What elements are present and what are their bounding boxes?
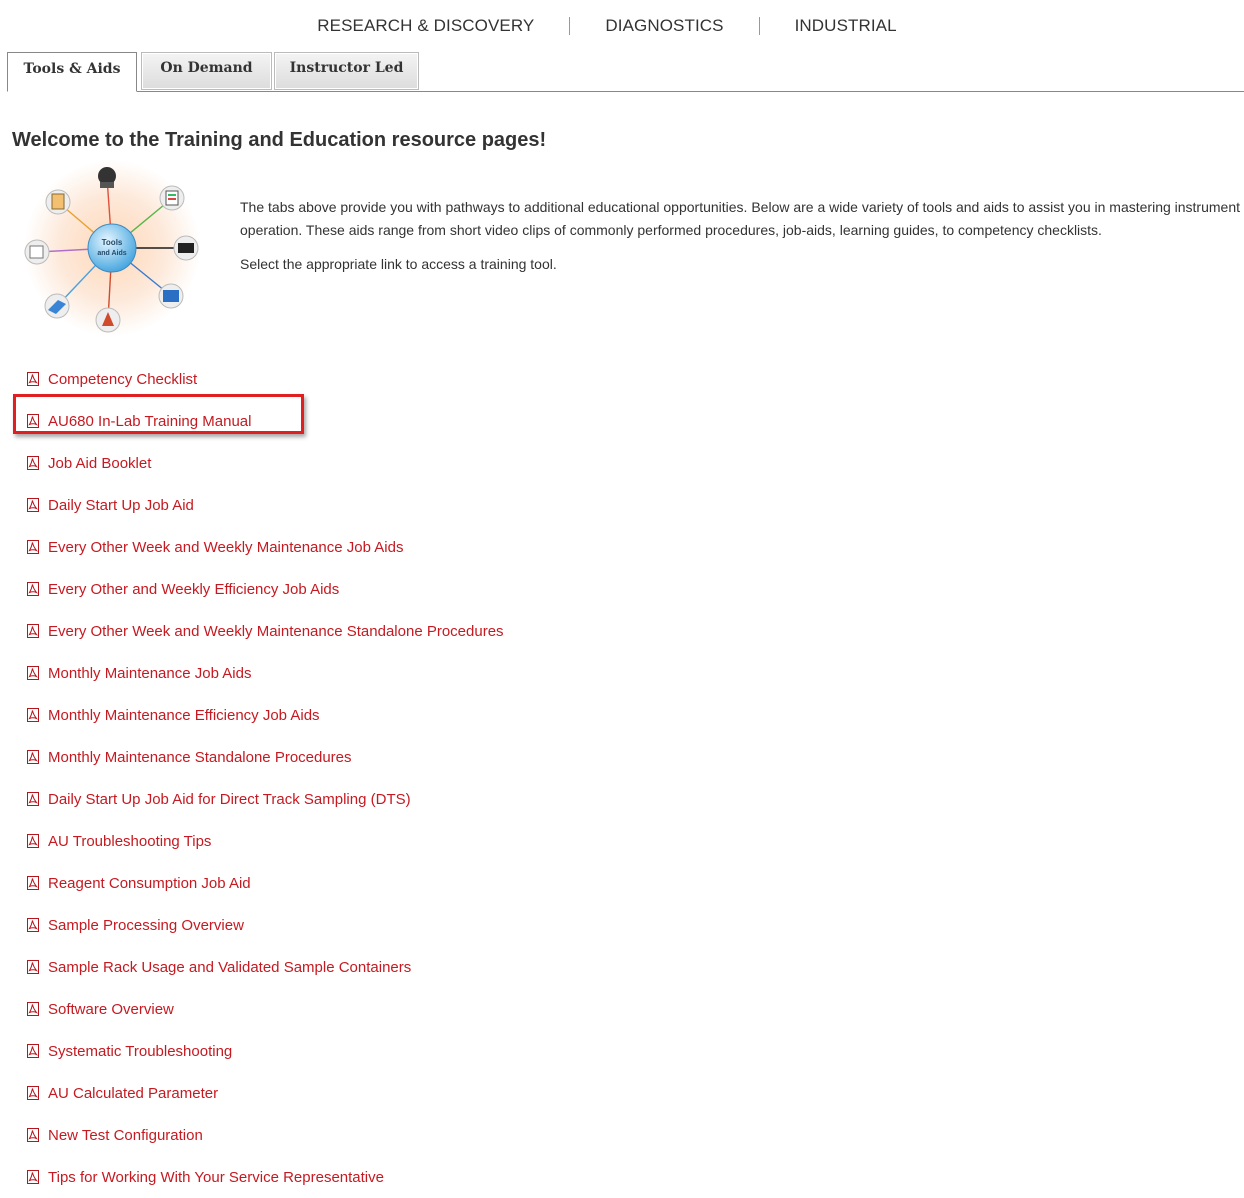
link-item: Monthly Maintenance Standalone Procedure… bbox=[25, 736, 504, 778]
link-item: Tips for Working With Your Service Repre… bbox=[25, 1156, 504, 1198]
checkbox-icon bbox=[24, 239, 50, 265]
computer-screen-icon bbox=[158, 283, 184, 309]
book-icon bbox=[44, 293, 70, 319]
training-tool-link[interactable]: Every Other Week and Weekly Maintenance … bbox=[48, 539, 403, 556]
link-item: Daily Start Up Job Aid for Direct Track … bbox=[25, 778, 504, 820]
training-tool-link[interactable]: Reagent Consumption Job Aid bbox=[48, 875, 251, 892]
link-item: Software Overview bbox=[25, 988, 504, 1030]
training-tool-link[interactable]: Sample Processing Overview bbox=[48, 917, 244, 934]
training-tools-list: Competency Checklist AU680 In-Lab Trainin… bbox=[25, 358, 504, 1198]
intro-text: The tabs above provide you with pathways… bbox=[240, 196, 1240, 276]
wrench-hand-icon bbox=[95, 307, 121, 333]
link-item: Reagent Consumption Job Aid bbox=[25, 862, 504, 904]
training-tool-link[interactable]: Software Overview bbox=[48, 1001, 174, 1018]
pdf-icon bbox=[25, 791, 48, 807]
nav-industrial[interactable]: INDUSTRIAL bbox=[795, 16, 897, 36]
training-tool-link[interactable]: Every Other and Weekly Efficiency Job Ai… bbox=[48, 581, 339, 598]
pdf-icon bbox=[25, 371, 48, 387]
training-tool-link[interactable]: Every Other Week and Weekly Maintenance … bbox=[48, 623, 504, 640]
link-item: Systematic Troubleshooting bbox=[25, 1030, 504, 1072]
training-tool-link[interactable]: Daily Start Up Job Aid bbox=[48, 497, 194, 514]
training-tool-link[interactable]: Sample Rack Usage and Validated Sample C… bbox=[48, 959, 411, 976]
hub-label-line2: and Aids bbox=[97, 250, 126, 257]
page-title: Welcome to the Training and Education re… bbox=[12, 129, 547, 151]
training-tool-link[interactable]: AU Troubleshooting Tips bbox=[48, 833, 211, 850]
pdf-icon bbox=[25, 959, 48, 975]
pdf-icon bbox=[25, 623, 48, 639]
training-tool-link[interactable]: Monthly Maintenance Job Aids bbox=[48, 665, 251, 682]
pdf-icon bbox=[25, 539, 48, 555]
training-tool-link[interactable]: Monthly Maintenance Standalone Procedure… bbox=[48, 749, 352, 766]
pdf-icon bbox=[25, 749, 48, 765]
link-item: Daily Start Up Job Aid bbox=[25, 484, 504, 526]
pdf-icon bbox=[25, 497, 48, 513]
intro-paragraph-1: The tabs above provide you with pathways… bbox=[240, 199, 1241, 238]
tab-bar: Tools & Aids On Demand Instructor Led bbox=[7, 52, 1244, 92]
training-tool-link[interactable]: New Test Configuration bbox=[48, 1127, 203, 1144]
pdf-icon bbox=[25, 581, 48, 597]
nav-diagnostics[interactable]: DIAGNOSTICS bbox=[605, 16, 723, 36]
nav-divider bbox=[758, 17, 760, 35]
pdf-icon bbox=[25, 1001, 48, 1017]
link-item: New Test Configuration bbox=[25, 1114, 504, 1156]
pdf-icon bbox=[25, 833, 48, 849]
pdf-icon bbox=[25, 917, 48, 933]
link-item: AU Calculated Parameter bbox=[25, 1072, 504, 1114]
training-tool-link[interactable]: AU Calculated Parameter bbox=[48, 1085, 218, 1102]
training-tool-link[interactable]: Tips for Working With Your Service Repre… bbox=[48, 1169, 384, 1186]
link-item: Job Aid Booklet bbox=[25, 442, 504, 484]
link-item: Sample Rack Usage and Validated Sample C… bbox=[25, 946, 504, 988]
link-item: Every Other Week and Weekly Maintenance … bbox=[25, 610, 504, 652]
pdf-icon bbox=[25, 665, 48, 681]
pdf-icon bbox=[25, 455, 48, 471]
top-navigation: RESEARCH & DISCOVERY DIAGNOSTICS INDUSTR… bbox=[0, 15, 1244, 37]
pdf-icon bbox=[25, 1043, 48, 1059]
clipboard-icon bbox=[45, 189, 71, 215]
top-navigation-items: RESEARCH & DISCOVERY DIAGNOSTICS INDUSTR… bbox=[317, 16, 897, 36]
training-tool-link[interactable]: Systematic Troubleshooting bbox=[48, 1043, 232, 1060]
link-item: Every Other Week and Weekly Maintenance … bbox=[25, 526, 504, 568]
video-camera-icon bbox=[98, 167, 116, 188]
nav-research-discovery[interactable]: RESEARCH & DISCOVERY bbox=[317, 16, 534, 36]
link-item: AU Troubleshooting Tips bbox=[25, 820, 504, 862]
training-tool-link[interactable]: Daily Start Up Job Aid for Direct Track … bbox=[48, 791, 411, 808]
pdf-icon bbox=[25, 707, 48, 723]
link-item: Monthly Maintenance Job Aids bbox=[25, 652, 504, 694]
pdf-icon bbox=[25, 413, 48, 429]
link-item: Competency Checklist bbox=[25, 358, 504, 400]
nav-divider bbox=[569, 17, 571, 35]
hub-label-line1: Tools bbox=[102, 238, 123, 247]
training-tool-link[interactable]: AU680 In-Lab Training Manual bbox=[48, 413, 251, 430]
pdf-icon bbox=[25, 875, 48, 891]
link-item: AU680 In-Lab Training Manual bbox=[25, 400, 504, 442]
tools-aids-hub-graphic: Tools and Aids bbox=[24, 160, 200, 335]
training-tool-link[interactable]: Competency Checklist bbox=[48, 371, 197, 388]
tab-on-demand[interactable]: On Demand bbox=[141, 52, 272, 90]
pdf-icon bbox=[25, 1169, 48, 1185]
link-item: Monthly Maintenance Efficiency Job Aids bbox=[25, 694, 504, 736]
training-tool-link[interactable]: Job Aid Booklet bbox=[48, 455, 151, 472]
tab-instructor-led[interactable]: Instructor Led bbox=[274, 52, 419, 90]
training-tool-link[interactable]: Monthly Maintenance Efficiency Job Aids bbox=[48, 707, 320, 724]
monitor-icon bbox=[173, 235, 199, 261]
link-item: Sample Processing Overview bbox=[25, 904, 504, 946]
pdf-icon bbox=[25, 1127, 48, 1143]
tab-tools-aids[interactable]: Tools & Aids bbox=[7, 52, 137, 92]
pdf-icon bbox=[25, 1085, 48, 1101]
link-item: Every Other and Weekly Efficiency Job Ai… bbox=[25, 568, 504, 610]
intro-paragraph-2: Select the appropriate link to access a … bbox=[240, 256, 557, 272]
checklist-icon bbox=[159, 185, 185, 211]
